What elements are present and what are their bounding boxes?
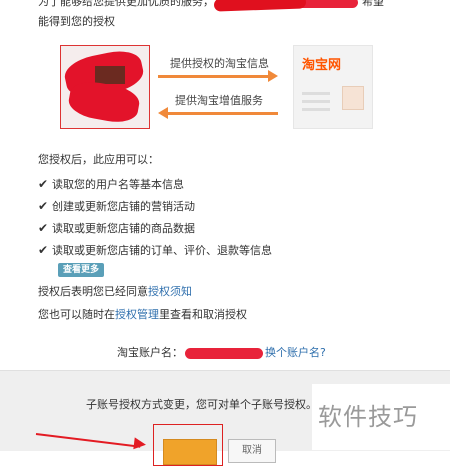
- footer-notice: 子账号授权方式变更，您可对单个子账号授权。: [86, 398, 317, 411]
- taobao-logo: 淘宝网: [302, 58, 342, 73]
- check-icon: ✔: [38, 221, 49, 235]
- arrow-right-shaft: [158, 75, 270, 78]
- agreement-note-text: 授权后表明您已经同意: [38, 285, 148, 298]
- permission-item: ✔ 创建或更新您店铺的营销活动: [38, 198, 195, 214]
- revoke-note-prefix: 您也可以随时在: [38, 308, 115, 321]
- app-logo-image: [95, 66, 125, 84]
- permission-text: 读取或更新您店铺的订单、评价、退款等信息: [52, 244, 272, 257]
- revoke-note-suffix: 里查看和取消授权: [159, 308, 247, 321]
- app-logo-redacted: [60, 45, 150, 129]
- account-row: 淘宝账户名： 换个账户名?: [117, 344, 326, 360]
- arrow-left-label: 提供淘宝增值服务: [175, 94, 263, 107]
- intro-line-1-text: 为了能够给您提供更加优质的服务，: [38, 0, 214, 8]
- pointer-arrow-icon: [133, 437, 147, 451]
- permission-item: ✔ 读取或更新您店铺的订单、评价、退款等信息: [38, 242, 272, 258]
- check-icon: ✔: [38, 243, 49, 257]
- switch-account-link[interactable]: 换个账户名?: [265, 346, 326, 359]
- watermark-text: 软件技巧: [318, 403, 418, 431]
- check-icon: ✔: [38, 177, 49, 191]
- taobao-illustration: 淘宝网: [293, 45, 373, 129]
- view-more-button[interactable]: 查看更多: [58, 263, 104, 277]
- check-icon: ✔: [38, 199, 49, 213]
- authorize-button[interactable]: [163, 439, 217, 465]
- cancel-button[interactable]: 取消: [228, 439, 276, 463]
- placeholder-lines: [302, 92, 330, 116]
- arrow-right-icon: [268, 70, 278, 82]
- agreement-note: 授权后表明您已经同意授权须知: [38, 283, 192, 299]
- permission-text: 读取您的用户名等基本信息: [52, 178, 184, 191]
- arrow-left-shaft: [166, 112, 278, 115]
- account-label: 淘宝账户名：: [117, 346, 183, 359]
- intro-line-1-suffix: 希望: [362, 0, 384, 8]
- redacted-account-name: [185, 347, 263, 359]
- authorization-management-link[interactable]: 授权管理: [115, 308, 159, 321]
- permissions-intro: 您授权后，此应用可以：: [38, 153, 159, 166]
- intro-line-2: 能得到您的授权: [38, 15, 115, 28]
- user-avatar-icon: [342, 86, 364, 110]
- intro-line-1: 为了能够给您提供更加优质的服务， 希望: [38, 0, 384, 9]
- authorization-terms-link[interactable]: 授权须知: [148, 285, 192, 298]
- revoke-note: 您也可以随时在授权管理里查看和取消授权: [38, 306, 247, 322]
- permission-item: ✔ 读取您的用户名等基本信息: [38, 176, 184, 192]
- permission-text: 读取或更新您店铺的商品数据: [52, 222, 195, 235]
- arrow-right-label: 提供授权的淘宝信息: [170, 57, 269, 70]
- permission-text: 创建或更新您店铺的营销活动: [52, 200, 195, 213]
- permission-item: ✔ 读取或更新您店铺的商品数据: [38, 220, 195, 236]
- redaction-scribble: [213, 0, 307, 12]
